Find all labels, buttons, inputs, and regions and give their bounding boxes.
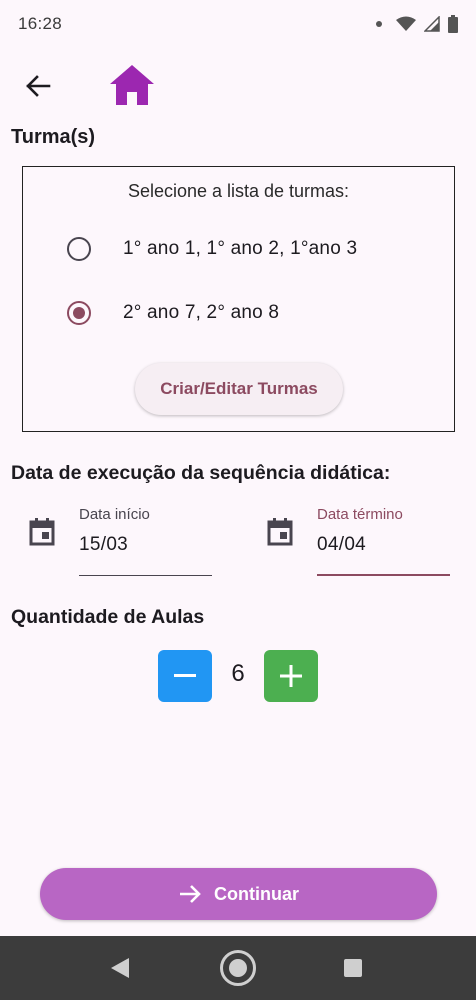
nav-back-button[interactable] bbox=[108, 956, 132, 980]
edit-turmas-button[interactable]: Criar/Editar Turmas bbox=[135, 363, 343, 415]
battery-icon bbox=[448, 15, 458, 33]
minus-icon bbox=[174, 674, 196, 677]
turma-option-2[interactable]: 2° ano 7, 2° ano 8 bbox=[67, 293, 279, 333]
dates-title: Data de execução da sequência didática: bbox=[11, 462, 391, 484]
status-icons bbox=[376, 15, 458, 33]
increment-button[interactable] bbox=[264, 650, 318, 702]
calendar-icon[interactable] bbox=[267, 518, 293, 546]
nav-home-icon bbox=[220, 950, 256, 986]
continue-label: Continuar bbox=[214, 883, 299, 904]
field-underline bbox=[317, 574, 450, 576]
start-date-label: Data início bbox=[79, 506, 150, 523]
turmas-prompt: Selecione a lista de turmas: bbox=[127, 181, 350, 201]
calendar-icon[interactable] bbox=[29, 518, 55, 546]
status-bar: 16:28 bbox=[0, 0, 476, 48]
start-date-value: 15/03 bbox=[79, 534, 129, 555]
turmas-box: Selecione a lista de turmas: 1° ano 1, 1… bbox=[22, 166, 455, 432]
end-date-field[interactable]: Data término 04/04 bbox=[317, 506, 450, 576]
home-icon[interactable] bbox=[108, 62, 156, 108]
continue-button[interactable]: Continuar bbox=[40, 868, 437, 920]
wifi-icon bbox=[396, 16, 416, 31]
quantity-value: 6 bbox=[231, 660, 245, 687]
radio-button-selected[interactable] bbox=[67, 301, 91, 325]
turma-option-label: 2° ano 7, 2° ano 8 bbox=[123, 302, 280, 323]
back-button[interactable] bbox=[18, 66, 58, 106]
turma-option-label: 1° ano 1, 1° ano 2, 1°ano 3 bbox=[123, 238, 358, 259]
nav-home-button[interactable] bbox=[219, 949, 257, 987]
arrow-back-icon bbox=[26, 75, 51, 97]
decrement-button[interactable] bbox=[158, 650, 212, 702]
turmas-title: Turma(s) bbox=[11, 126, 96, 148]
end-date-value: 04/04 bbox=[317, 534, 367, 555]
status-time: 16:28 bbox=[18, 14, 63, 33]
radio-button[interactable] bbox=[67, 237, 91, 261]
plus-icon bbox=[280, 665, 302, 687]
start-date-field[interactable]: Data início 15/03 bbox=[79, 506, 212, 576]
notification-dot-icon bbox=[376, 21, 382, 27]
nav-recents-icon bbox=[344, 959, 362, 977]
signal-icon bbox=[424, 16, 440, 32]
turma-option-1[interactable]: 1° ano 1, 1° ano 2, 1°ano 3 bbox=[67, 229, 357, 269]
field-underline bbox=[79, 575, 212, 576]
quantity-title: Quantidade de Aulas bbox=[11, 606, 205, 628]
end-date-label: Data término bbox=[317, 506, 403, 523]
nav-recents-button[interactable] bbox=[343, 958, 363, 978]
app-bar bbox=[0, 56, 476, 116]
system-nav-bar bbox=[0, 936, 476, 1000]
arrow-forward-icon bbox=[180, 885, 201, 903]
nav-back-icon bbox=[111, 958, 129, 978]
